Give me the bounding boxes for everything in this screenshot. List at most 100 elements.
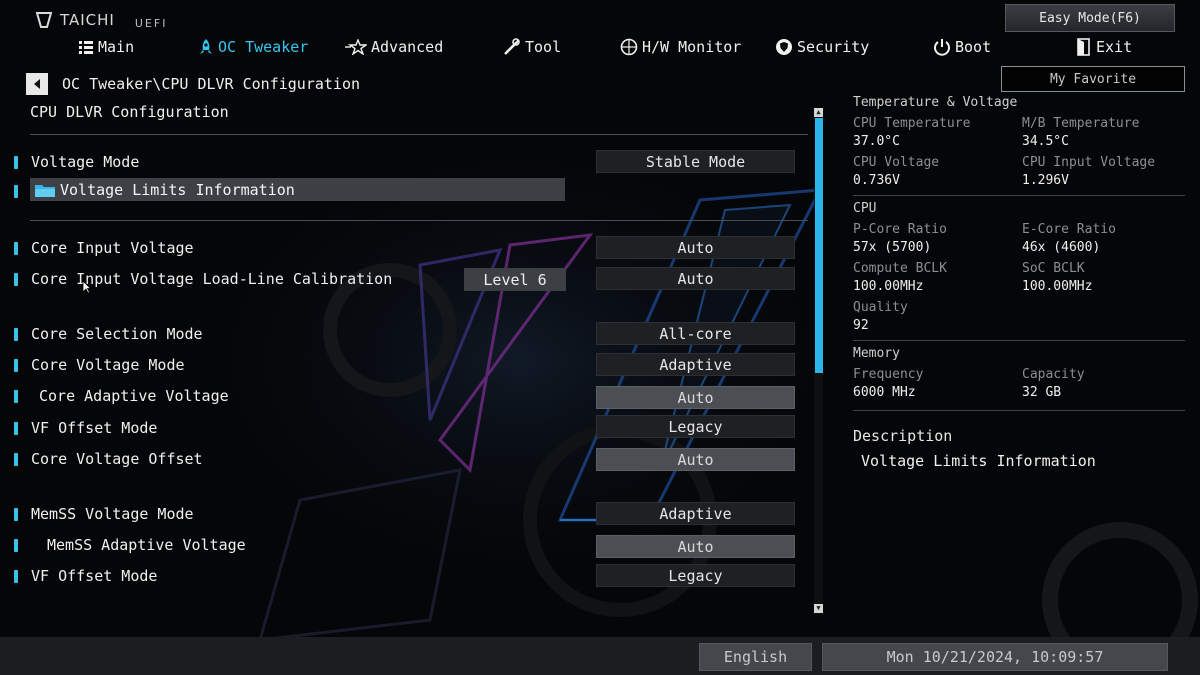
cpu-temp-label: CPU Temperature: [853, 116, 971, 131]
divider: [853, 410, 1185, 411]
divider: [853, 340, 1185, 341]
row-marker: [14, 453, 18, 466]
memss-voltage-mode-value[interactable]: Adaptive: [596, 502, 795, 525]
core-selection-mode-value[interactable]: All-core: [596, 322, 795, 345]
mem-capacity-label: Capacity: [1022, 367, 1085, 382]
nav-label: Security: [797, 38, 870, 56]
row-marker: [14, 539, 18, 552]
quality-label: Quality: [853, 300, 908, 315]
nav-label: Boot: [955, 38, 992, 56]
mem-frequency-label: Frequency: [853, 367, 924, 382]
memss-vf-offset-mode-value[interactable]: Legacy: [596, 564, 795, 587]
setting-label: Core Voltage Offset: [31, 450, 203, 468]
row-marker: [14, 508, 18, 521]
easy-mode-button[interactable]: Easy Mode(F6): [1005, 4, 1175, 32]
core-input-voltage-value[interactable]: Auto: [596, 236, 795, 259]
temp-voltage-title: Temperature & Voltage: [853, 95, 1018, 110]
setting-label: MemSS Adaptive Voltage: [47, 536, 246, 554]
cpu-title: CPU: [853, 201, 877, 216]
nav-exit[interactable]: Exit: [1076, 36, 1132, 58]
setting-label: Core Adaptive Voltage: [39, 387, 229, 405]
core-voltage-offset-value[interactable]: Auto: [596, 448, 795, 471]
setting-label: Core Input Voltage: [31, 239, 194, 257]
soc-bclk-value: 100.00MHz: [1022, 279, 1093, 294]
nav-label: OC Tweaker: [218, 38, 309, 56]
language-button[interactable]: English: [699, 643, 812, 671]
setting-label: Voltage Mode: [31, 153, 140, 171]
monitor-icon: [620, 38, 638, 56]
nav-label: Advanced: [371, 38, 444, 56]
description-text: Voltage Limits Information: [861, 452, 1096, 470]
core-adaptive-voltage-value[interactable]: Auto: [596, 386, 795, 409]
row-marker: [14, 390, 18, 403]
nav-tool[interactable]: Tool: [503, 36, 561, 58]
row-marker: [14, 328, 18, 341]
breadcrumb: OC Tweaker\CPU DLVR Configuration: [62, 75, 361, 93]
nav-oc-tweaker[interactable]: OC Tweaker: [198, 36, 308, 58]
cpu-voltage-label: CPU Voltage: [853, 155, 940, 170]
mem-capacity-value: 32 GB: [1022, 385, 1062, 400]
nav-hw-monitor[interactable]: H/W Monitor: [620, 36, 741, 58]
my-favorite-button[interactable]: My Favorite: [1001, 66, 1185, 92]
exit-icon: [1077, 38, 1090, 56]
datetime-display: Mon 10/21/2024, 10:09:57: [822, 643, 1168, 671]
brand-logo: TAICHI UEFI: [34, 8, 167, 32]
memss-adaptive-voltage-value[interactable]: Auto: [596, 535, 795, 558]
taichi-gear-icon: [35, 12, 53, 28]
nav-security[interactable]: Security: [775, 36, 869, 58]
arrow-left-icon: [34, 79, 40, 89]
menu-icon: [79, 41, 93, 54]
mb-temp-label: M/B Temperature: [1022, 116, 1140, 131]
nav-label: Tool: [525, 38, 562, 56]
ecore-ratio-label: E-Core Ratio: [1022, 222, 1116, 237]
section-title: CPU DLVR Configuration: [30, 103, 229, 121]
vf-offset-mode-value[interactable]: Legacy: [596, 415, 795, 438]
scrollbar-thumb[interactable]: [815, 118, 823, 373]
voltage-mode-value[interactable]: Stable Mode: [596, 150, 795, 173]
nav-label: Exit: [1096, 38, 1133, 56]
rocket-icon: [200, 39, 212, 54]
cpu-voltage-value: 0.736V: [853, 173, 900, 188]
divider: [853, 195, 1185, 196]
setting-label: Core Voltage Mode: [31, 356, 185, 374]
mb-temp-value: 34.5°C: [1022, 134, 1069, 149]
soc-bclk-label: SoC BCLK: [1022, 261, 1085, 276]
brand-sub: UEFI: [134, 16, 168, 30]
nav-label: H/W Monitor: [642, 38, 742, 56]
cpu-temp-value: 37.0°C: [853, 134, 900, 149]
row-marker: [14, 185, 18, 198]
cpu-input-voltage-value: 1.296V: [1022, 173, 1069, 188]
row-marker: [14, 359, 18, 372]
nav-main[interactable]: Main: [78, 36, 134, 58]
scroll-down-icon[interactable]: ▼: [814, 604, 823, 613]
row-marker: [14, 422, 18, 435]
compute-bclk-value: 100.00MHz: [853, 279, 924, 294]
scroll-up-icon[interactable]: ▲: [814, 108, 823, 117]
back-button[interactable]: [26, 73, 48, 95]
divider: [30, 220, 808, 221]
nav-advanced[interactable]: Advanced: [345, 36, 443, 58]
folder-icon: [35, 184, 55, 197]
nav-label: Main: [98, 38, 135, 56]
setting-label: VF Offset Mode: [31, 419, 158, 437]
quality-value: 92: [853, 318, 869, 333]
llc-level-value[interactable]: Level 6: [464, 268, 566, 291]
core-voltage-mode-value[interactable]: Adaptive: [596, 353, 795, 376]
row-marker: [14, 242, 18, 255]
setting-label: MemSS Voltage Mode: [31, 505, 194, 523]
llc-value[interactable]: Auto: [596, 267, 795, 290]
voltage-limits-info-item[interactable]: Voltage Limits Information: [30, 178, 565, 201]
tools-icon: [504, 38, 520, 55]
row-marker: [14, 273, 18, 286]
row-marker: [14, 570, 18, 583]
star-icon: [345, 39, 367, 55]
memory-title: Memory: [853, 346, 900, 361]
description-title: Description: [853, 427, 953, 445]
cpu-input-voltage-label: CPU Input Voltage: [1022, 155, 1156, 170]
pcore-ratio-value: 57x (5700): [853, 240, 932, 255]
brand-name: TAICHI: [60, 11, 115, 29]
power-icon: [934, 39, 950, 56]
compute-bclk-label: Compute BCLK: [853, 261, 947, 276]
nav-boot[interactable]: Boot: [933, 36, 991, 58]
shield-icon: [776, 39, 792, 55]
